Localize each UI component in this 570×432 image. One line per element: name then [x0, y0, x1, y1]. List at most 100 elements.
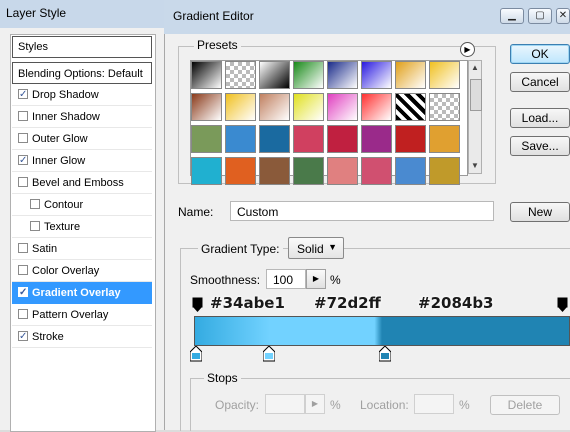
preset-swatch[interactable] — [361, 93, 392, 121]
preset-swatch[interactable] — [259, 93, 290, 121]
opacity-input[interactable] — [265, 394, 305, 414]
preset-swatch[interactable] — [361, 157, 392, 185]
new-button[interactable]: New — [510, 202, 570, 222]
preset-swatch[interactable] — [327, 61, 358, 89]
scroll-thumb[interactable] — [470, 79, 482, 111]
delete-button[interactable]: Delete — [490, 395, 560, 415]
effect-item-texture[interactable]: Texture — [12, 216, 152, 238]
save-button[interactable]: Save... — [510, 136, 570, 156]
close-button[interactable]: ✕ — [556, 8, 570, 24]
preset-swatch[interactable] — [429, 157, 460, 185]
preset-swatch[interactable] — [327, 93, 358, 121]
preset-swatch[interactable] — [429, 93, 460, 121]
effect-item-gradient-overlay[interactable]: ✓ Gradient Overlay — [12, 282, 152, 304]
preset-swatch[interactable] — [293, 125, 324, 153]
smoothness-value: 100 — [273, 273, 294, 287]
effect-item-contour[interactable]: Contour — [12, 194, 152, 216]
layer-style-title: Layer Style — [6, 6, 67, 20]
effect-checkbox[interactable]: ✓ — [18, 331, 28, 342]
gradient-type-value: Solid — [297, 242, 324, 256]
smoothness-percent: % — [330, 273, 341, 287]
blending-options-item[interactable]: Blending Options: Default — [12, 62, 152, 84]
effect-checkbox[interactable] — [18, 265, 28, 275]
effect-checkbox[interactable] — [18, 111, 28, 121]
effect-checkbox[interactable] — [18, 133, 28, 143]
presets-menu-icon[interactable]: ▶ — [460, 42, 475, 57]
effect-checkbox[interactable]: ✓ — [18, 89, 28, 100]
effect-checkbox[interactable] — [18, 309, 28, 319]
preset-swatch[interactable] — [191, 61, 222, 89]
effect-checkbox[interactable]: ✓ — [18, 287, 28, 298]
name-input[interactable]: Custom — [230, 201, 494, 221]
preset-swatch[interactable] — [225, 61, 256, 89]
preset-swatch[interactable] — [395, 157, 426, 185]
gradient-type-select[interactable]: Solid ▼ — [288, 237, 344, 259]
color-stop-end[interactable] — [378, 345, 392, 362]
ok-button[interactable]: OK — [510, 44, 570, 64]
effect-item-stroke[interactable]: ✓ Stroke — [12, 326, 152, 348]
effect-item-pattern-overlay[interactable]: Pattern Overlay — [12, 304, 152, 326]
preset-swatch[interactable] — [225, 157, 256, 185]
cancel-button[interactable]: Cancel — [510, 72, 570, 92]
preset-swatch[interactable] — [395, 61, 426, 89]
effect-item-inner-glow[interactable]: ✓ Inner Glow — [12, 150, 152, 172]
effect-item-drop-shadow[interactable]: ✓ Drop Shadow — [12, 84, 152, 106]
effect-item-outer-glow[interactable]: Outer Glow — [12, 128, 152, 150]
preset-swatch[interactable] — [259, 125, 290, 153]
opacity-percent: % — [330, 398, 341, 412]
gradient-editor-titlebar[interactable]: Gradient Editor ▁ ▢ ✕ — [164, 0, 570, 34]
effect-label: Gradient Overlay — [32, 287, 121, 299]
opacity-stop-right[interactable] — [557, 297, 568, 313]
opacity-stop-left[interactable] — [192, 297, 203, 313]
presets-label: Presets — [194, 38, 241, 52]
effect-item-satin[interactable]: Satin — [12, 238, 152, 260]
location-input[interactable] — [414, 394, 454, 414]
color-label-mid: #72d2ff — [314, 294, 381, 312]
effect-label: Pattern Overlay — [32, 309, 109, 321]
effect-checkbox[interactable] — [18, 177, 28, 187]
gradient-preview-bar[interactable] — [194, 316, 570, 346]
preset-swatch[interactable] — [395, 125, 426, 153]
effect-checkbox[interactable] — [30, 199, 40, 209]
preset-swatch[interactable] — [225, 125, 256, 153]
preset-swatch[interactable] — [293, 93, 324, 121]
smoothness-stepper-icon[interactable]: ▶ — [306, 269, 326, 289]
maximize-button[interactable]: ▢ — [528, 8, 552, 24]
preset-swatch[interactable] — [429, 125, 460, 153]
preset-swatch[interactable] — [293, 61, 324, 89]
location-label: Location: — [360, 398, 409, 412]
scroll-down-icon[interactable]: ▼ — [469, 159, 481, 173]
preset-swatch[interactable] — [395, 93, 426, 121]
preset-swatch[interactable] — [327, 157, 358, 185]
preset-swatch[interactable] — [225, 93, 256, 121]
location-percent: % — [459, 398, 470, 412]
preset-swatch[interactable] — [259, 157, 290, 185]
opacity-stepper-icon[interactable]: ▶ — [305, 394, 325, 414]
effect-checkbox[interactable] — [18, 243, 28, 253]
preset-swatch[interactable] — [429, 61, 460, 89]
layer-style-titlebar[interactable]: Layer Style — [0, 0, 164, 28]
effect-checkbox[interactable] — [30, 221, 40, 231]
preset-swatch[interactable] — [191, 93, 222, 121]
preset-swatch[interactable] — [327, 125, 358, 153]
color-stop-mid[interactable] — [262, 345, 276, 362]
preset-swatch[interactable] — [191, 125, 222, 153]
preset-swatch[interactable] — [361, 125, 392, 153]
effect-label: Texture — [44, 221, 81, 233]
styles-header[interactable]: Styles — [12, 36, 152, 58]
preset-swatch[interactable] — [361, 61, 392, 89]
effect-item-color-overlay[interactable]: Color Overlay — [12, 260, 152, 282]
color-stop-start[interactable] — [189, 345, 203, 362]
effect-checkbox[interactable]: ✓ — [18, 155, 28, 166]
preset-swatch[interactable] — [191, 157, 222, 185]
preset-swatch[interactable] — [259, 61, 290, 89]
minimize-button[interactable]: ▁ — [500, 8, 524, 24]
scroll-up-icon[interactable]: ▲ — [469, 61, 481, 75]
presets-scrollbar[interactable]: ▲ ▼ — [468, 60, 482, 174]
preset-swatch[interactable] — [293, 157, 324, 185]
smoothness-input[interactable]: 100 — [266, 269, 306, 289]
load-button[interactable]: Load... — [510, 108, 570, 128]
effect-item-inner-shadow[interactable]: Inner Shadow — [12, 106, 152, 128]
effect-item-bevel-and-emboss[interactable]: Bevel and Emboss — [12, 172, 152, 194]
effect-label: Bevel and Emboss — [32, 177, 124, 189]
